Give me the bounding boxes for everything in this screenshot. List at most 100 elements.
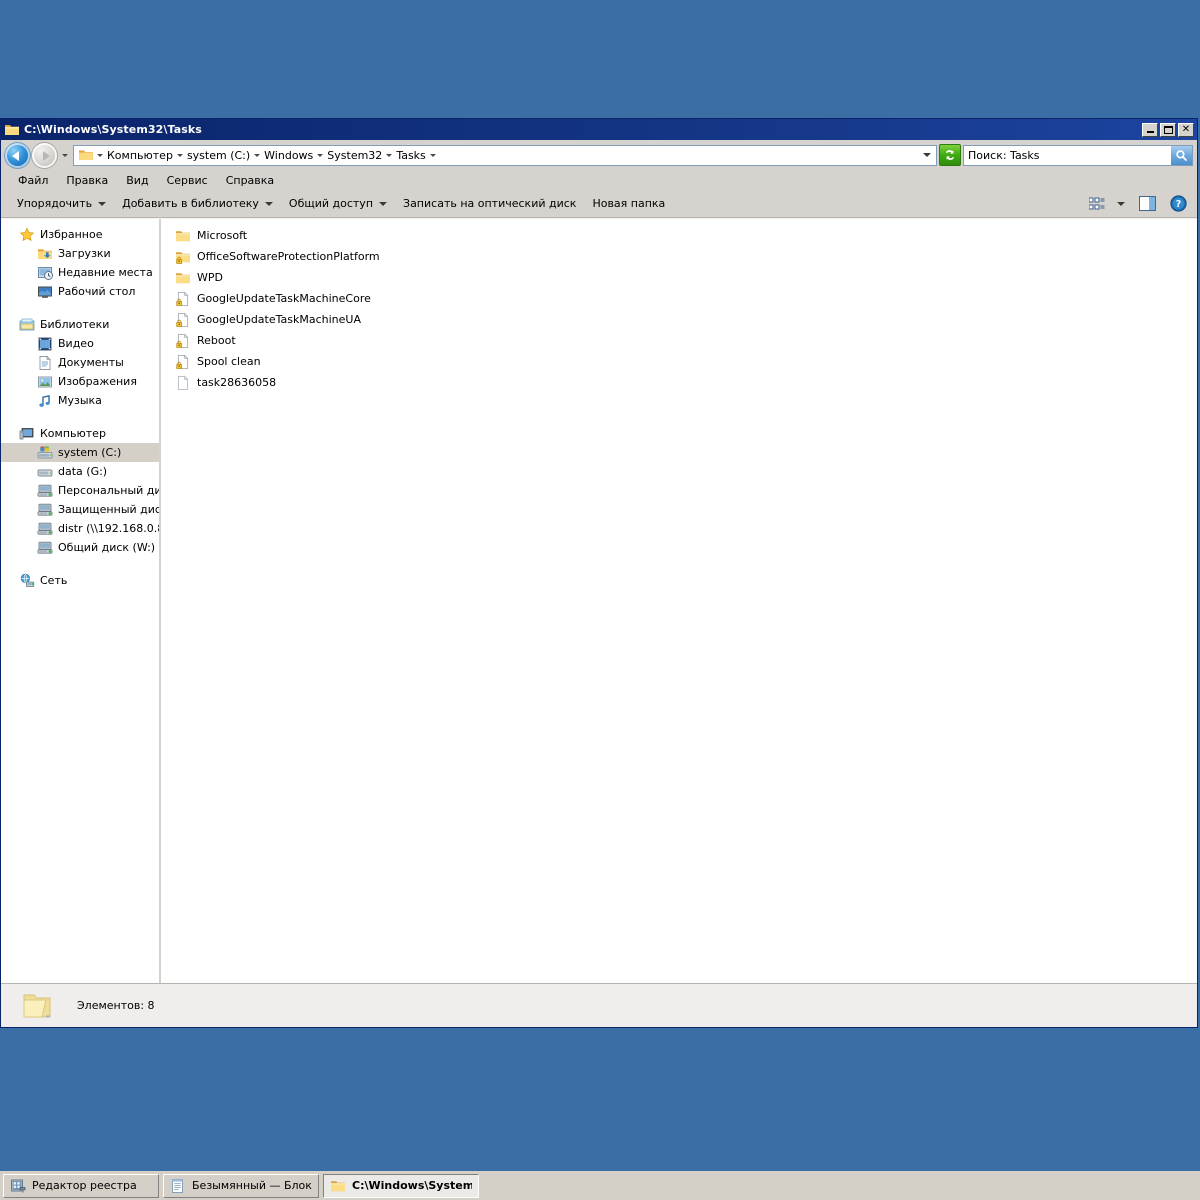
file-list-item[interactable]: task28636058 [175,372,1197,393]
file-list-item[interactable]: WPD [175,267,1197,288]
breadcrumb-item-1[interactable]: system (C:) [184,148,253,163]
sidebar-item-label: Музыка [58,394,102,407]
command-toolbar: Упорядочить Добавить в библиотеку Общий … [1,190,1197,218]
item-count-label: Элементов: 8 [77,999,155,1012]
file-locked-icon [175,290,191,307]
sidebar-group-computer[interactable]: Компьютер [1,424,159,443]
breadcrumb-item-0[interactable]: Компьютер [104,148,176,163]
chevron-down-icon [98,201,107,206]
sidebar-item-recent-places[interactable]: Недавние места [1,263,159,282]
breadcrumb-item-4[interactable]: Tasks [393,148,428,163]
sidebar-item-label: Общий диск (W:) [58,541,156,554]
breadcrumb-item-3[interactable]: System32 [324,148,385,163]
folder-locked-icon [175,249,191,265]
file-list-item[interactable]: Microsoft [175,225,1197,246]
breadcrumb-separator[interactable] [176,153,184,157]
breadcrumb-item-2[interactable]: Windows [261,148,316,163]
sidebar-item-distr[interactable]: distr (\\192.168.0.8) ( [1,519,159,538]
file-list-item[interactable]: GoogleUpdateTaskMachineUA [175,309,1197,330]
organize-label: Упорядочить [17,197,93,210]
file-locked-icon [175,353,191,370]
desktop-icon [37,284,53,300]
refresh-icon[interactable] [939,144,961,166]
breadcrumb-separator[interactable] [316,153,324,157]
search-icon[interactable] [1171,145,1192,165]
search-box[interactable] [963,144,1193,166]
sidebar-item-desktop[interactable]: Рабочий стол [1,282,159,301]
view-dropdown-icon[interactable] [1109,200,1135,208]
taskbar-button-notepad[interactable]: Безымянный — Блокнот [163,1173,319,1198]
downloads-folder-icon [37,246,53,262]
file-locked-icon [175,332,191,349]
taskbar-button-explorer[interactable]: C:\Windows\System3... [323,1173,479,1198]
file-list[interactable]: Microsoft OfficeSoftwareProtectionPlatfo… [161,219,1197,983]
breadcrumb-separator[interactable] [253,153,261,157]
folder-icon [175,270,191,286]
recent-places-icon [37,265,53,281]
sidebar-item-system-c[interactable]: system (C:) [1,443,159,462]
sidebar-item-label: Недавние места [58,266,153,279]
sidebar-item-data-g[interactable]: data (G:) [1,462,159,481]
file-list-item[interactable]: OfficeSoftwareProtectionPlatform [175,246,1197,267]
close-button[interactable]: ✕ [1178,122,1194,137]
navigation-pane[interactable]: Избранное Загрузки Недавние места Рабочи… [1,219,161,983]
breadcrumb-separator[interactable] [385,153,393,157]
folder-icon [78,147,94,163]
organize-button[interactable]: Упорядочить [9,194,114,213]
sidebar-item-music[interactable]: Музыка [1,391,159,410]
sidebar-group-network[interactable]: Сеть [1,571,159,590]
share-button[interactable]: Общий доступ [281,194,395,213]
minimize-button[interactable] [1142,122,1158,137]
menu-item-help[interactable]: Справка [217,172,283,189]
sidebar-item-label: Загрузки [58,247,111,260]
add-to-library-button[interactable]: Добавить в библиотеку [114,194,281,213]
sidebar-item-shared-disk[interactable]: Общий диск (W:) [1,538,159,557]
menu-item-file[interactable]: Файл [9,172,57,189]
folder-icon [4,122,20,138]
view-list-icon[interactable] [1085,195,1109,213]
taskbar-button-label: C:\Windows\System3... [352,1179,472,1192]
menu-item-edit[interactable]: Правка [57,172,117,189]
menu-item-tools[interactable]: Сервис [158,172,217,189]
window-title: C:\Windows\System32\Tasks [24,123,202,136]
documents-icon [37,355,53,371]
forward-arrow-icon[interactable] [32,142,57,168]
file-name: GoogleUpdateTaskMachineUA [197,313,361,326]
help-icon[interactable]: ? [1166,193,1191,214]
sidebar-item-videos[interactable]: Видео [1,334,159,353]
sidebar-item-protected-disk[interactable]: Защищенный диск (S [1,500,159,519]
menu-bar: Файл Правка Вид Сервис Справка [1,170,1197,190]
burn-to-disc-button[interactable]: Записать на оптический диск [395,194,584,213]
search-input[interactable] [964,148,1171,162]
chevron-down-icon[interactable] [59,153,71,157]
sidebar-item-personal-disk[interactable]: Персональный диск ( [1,481,159,500]
sidebar-item-documents[interactable]: Документы [1,353,159,372]
preview-pane-icon[interactable] [1135,194,1166,213]
address-dropdown-icon[interactable] [923,153,931,157]
sidebar-item-label: distr (\\192.168.0.8) ( [58,522,159,535]
window-titlebar[interactable]: C:\Windows\System32\Tasks ✕ [1,119,1197,140]
sidebar-group-libraries[interactable]: Библиотеки [1,315,159,334]
new-folder-button[interactable]: Новая папка [584,194,673,213]
sidebar-group-favorites[interactable]: Избранное [1,225,159,244]
sidebar-item-downloads[interactable]: Загрузки [1,244,159,263]
sidebar-group-label: Избранное [40,228,103,241]
folder-icon [330,1178,346,1194]
address-bar[interactable]: Компьютер system (C:) Windows System32 T… [73,144,937,166]
folder-open-icon [21,990,53,1022]
menu-item-view[interactable]: Вид [117,172,157,189]
file-list-item[interactable]: Reboot [175,330,1197,351]
file-list-item[interactable]: GoogleUpdateTaskMachineCore [175,288,1197,309]
taskbar-button-registry-editor[interactable]: Редактор реестра [3,1173,159,1198]
file-name: Spool clean [197,355,261,368]
file-list-item[interactable]: Spool clean [175,351,1197,372]
breadcrumb-separator[interactable] [429,153,437,157]
sidebar-item-pictures[interactable]: Изображения [1,372,159,391]
back-arrow-icon[interactable] [5,142,30,168]
video-icon [37,336,53,352]
sidebar-item-label: Рабочий стол [58,285,136,298]
network-icon [19,573,35,589]
maximize-button[interactable] [1160,122,1176,137]
